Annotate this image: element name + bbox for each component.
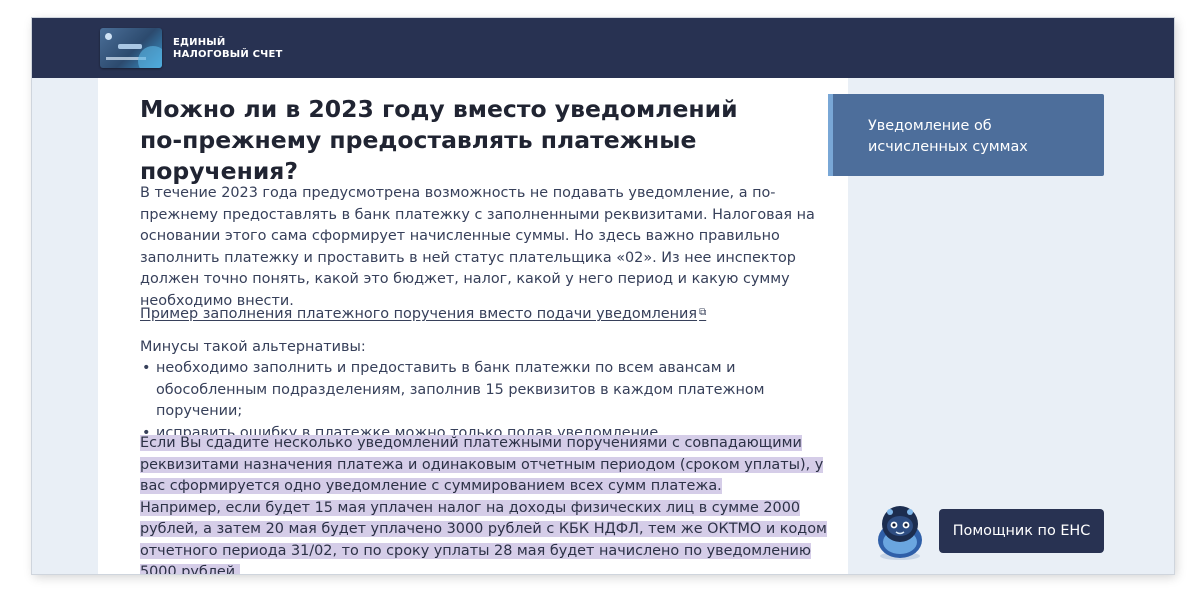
article-content: Можно ли в 2023 году вместо уведомлений … (98, 78, 848, 574)
active-indicator (828, 94, 833, 176)
highlighted-sentence-2: Например, если будет 15 мая уплачен нало… (140, 499, 827, 574)
list-item: • необходимо заполнить и предоставить в б… (142, 360, 765, 419)
example-link[interactable]: Пример заполнения платежного поручения в… (140, 302, 706, 326)
browser-frame: ЕДИНЫЙ НАЛОГОВЫЙ СЧЕТ Можно ли в 2023 го… (32, 18, 1174, 574)
intro-paragraph: В течение 2023 года предусмотрена возмож… (140, 185, 815, 309)
example-link-label[interactable]: Пример заполнения платежного поручения в… (140, 306, 697, 322)
page-title: Можно ли в 2023 году вместо уведомлений … (140, 95, 738, 185)
robot-assistant-icon[interactable] (870, 502, 930, 562)
minuses-list: • необходимо заполнить и предоставить в б… (140, 358, 820, 444)
list-item-text: необходимо заполнить и предоставить в ба… (156, 360, 765, 419)
sidebar-item-notification[interactable]: Уведомление об исчисленных суммах (828, 94, 1104, 176)
sidebar-item-label: Уведомление об исчисленных суммах (868, 118, 1028, 155)
external-link-icon: ⧉ (699, 307, 707, 318)
top-bar: ЕДИНЫЙ НАЛОГОВЫЙ СЧЕТ (32, 18, 1174, 78)
minuses-title: Минусы такой альтернативы: (140, 339, 366, 355)
logo-text[interactable]: ЕДИНЫЙ НАЛОГОВЫЙ СЧЕТ (173, 37, 283, 61)
tax-card-logo-icon[interactable] (100, 28, 162, 68)
highlighted-sentence-1: Если Вы сдадите несколько уведомлений пл… (140, 435, 824, 494)
highlighted-text: Если Вы сдадите несколько уведомлений пл… (140, 433, 830, 574)
assistant-button[interactable]: Помощник по ЕНС (939, 509, 1104, 553)
